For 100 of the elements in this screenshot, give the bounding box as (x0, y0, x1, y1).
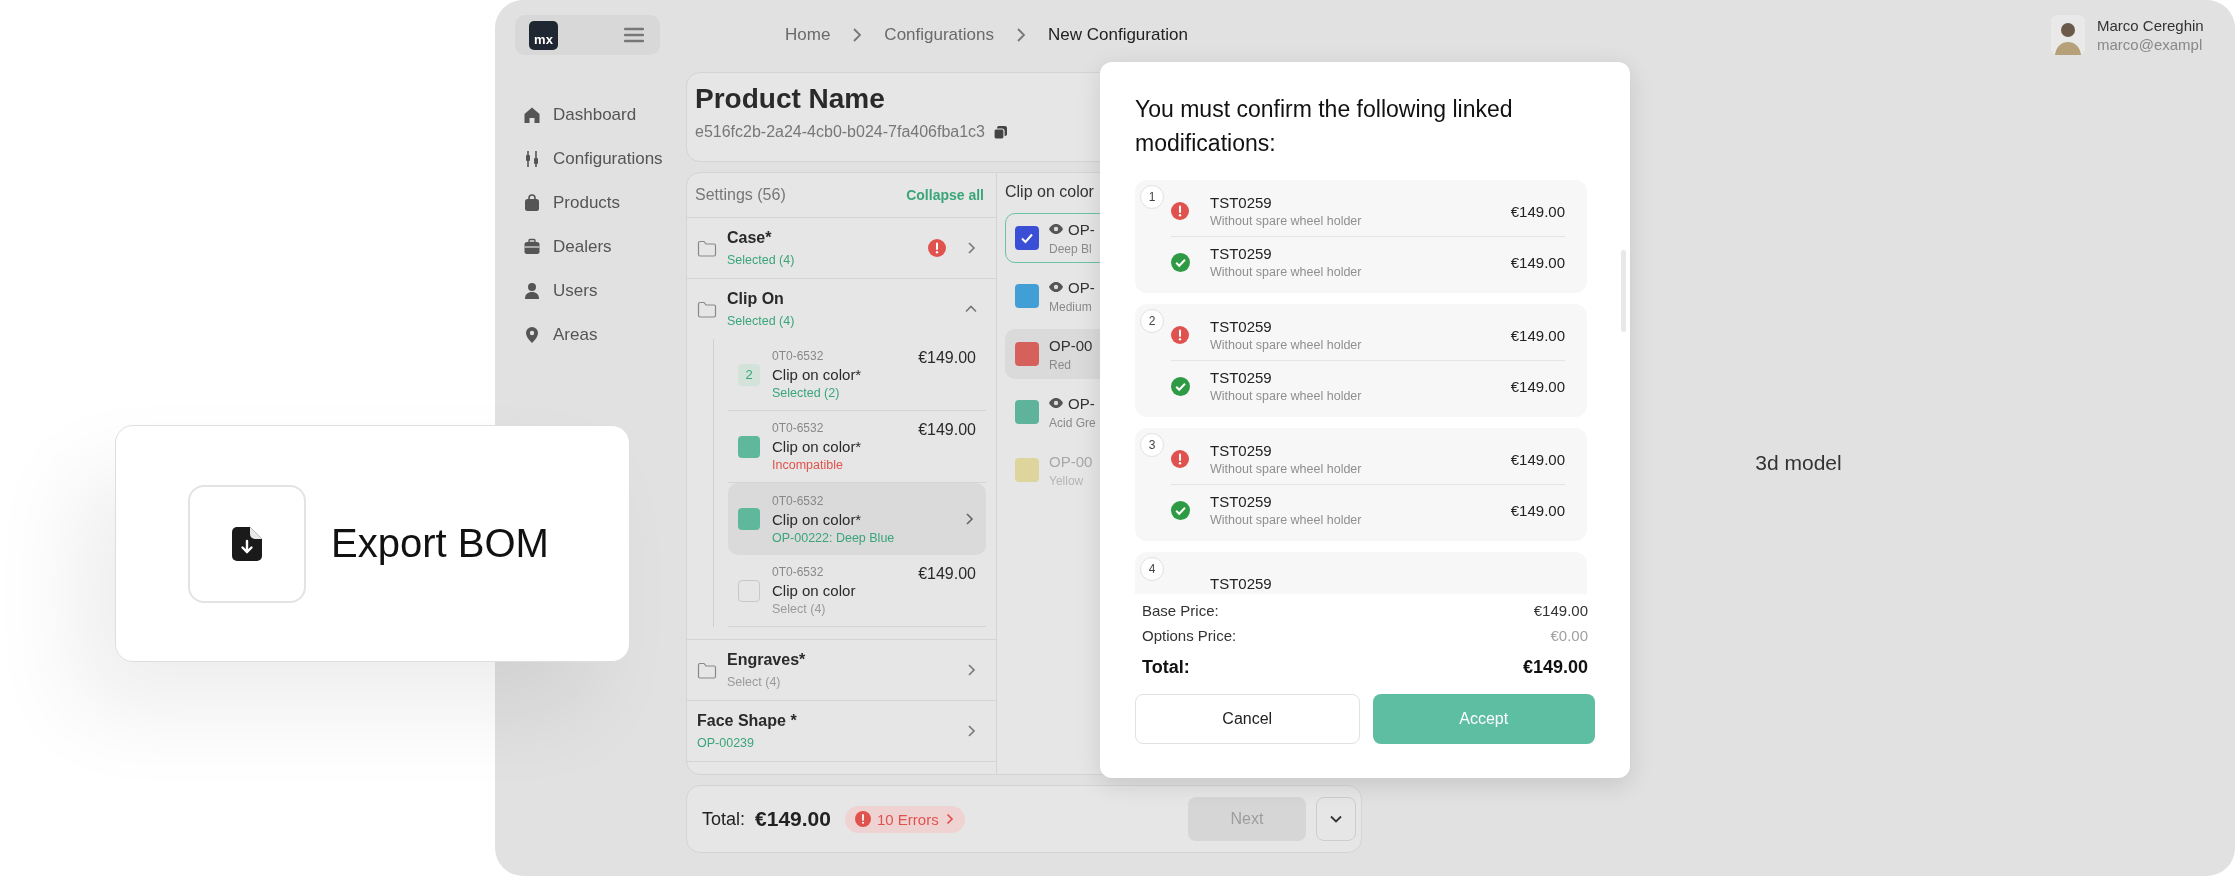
option-name: Medium (1049, 299, 1093, 314)
option-row[interactable]: OP- Medium (1005, 271, 1109, 321)
item-description: Without spare wheel holder (1210, 389, 1363, 403)
home-icon (523, 106, 541, 124)
logo[interactable]: mx (529, 20, 558, 50)
briefcase-icon (523, 238, 541, 256)
color-swatch[interactable] (1015, 284, 1039, 308)
setting-group[interactable]: Face Shape * OP-00239 (687, 701, 996, 761)
setting-row[interactable]: 2 0T0-6532 Clip on color* Selected (2) €149.00 (728, 339, 986, 411)
group-number: 2 (1140, 309, 1164, 333)
price-value: €149.00 (1533, 602, 1588, 619)
setting-group[interactable]: Engraves* Select (4) (687, 640, 996, 700)
price-label: Base Price: (1142, 602, 1219, 619)
item-name: Clip on color* (772, 438, 863, 455)
nav-item[interactable]: Dashboard (495, 93, 686, 137)
breadcrumb-link[interactable]: New Configuration (1048, 25, 1188, 45)
item-status: Select (4) (772, 602, 827, 616)
count-badge: 2 (738, 363, 760, 386)
menu-icon[interactable] (624, 27, 644, 43)
group-name: Case* (727, 229, 773, 247)
item-price: €149.00 (1510, 501, 1565, 519)
item-name: Clip on color (772, 582, 857, 599)
user-email: marco@exampl (2097, 36, 2204, 53)
item-price: €149.00 (1510, 450, 1565, 468)
option-name: Acid Gre (1049, 415, 1096, 430)
nav-item[interactable]: Users (495, 269, 686, 313)
item-description: Without spare wheel holder (1210, 513, 1363, 527)
product-id: e516fc2b-2a24-4cb0-b024-7fa406fba1c3 (695, 123, 985, 141)
item-code: TST0259 (1210, 318, 1273, 335)
sliders-icon (523, 150, 541, 168)
chevron-right-icon (964, 512, 976, 526)
item-code: TST0259 (1210, 493, 1273, 510)
option-code: OP- (1068, 394, 1095, 412)
item-code: TST0259 (1210, 369, 1273, 386)
pin-icon (523, 326, 541, 344)
options-title: Clip on color (1005, 183, 1094, 202)
item-code: 0T0-6532 (772, 349, 825, 363)
item-status: Incompatible (772, 458, 844, 472)
price-value: €149.00 (1522, 657, 1588, 678)
item-code: TST0259 (1210, 442, 1273, 459)
item-price: €149.00 (1510, 326, 1565, 344)
avatar[interactable] (2051, 15, 2085, 55)
total-value: €149.00 (755, 807, 831, 831)
item-code: TST0259 (1210, 245, 1273, 262)
bag-icon (523, 194, 541, 212)
setting-row[interactable]: 0T0-6532 Clip on color Select (4) €149.00 (728, 555, 986, 627)
group-name: Face Shape * (697, 712, 798, 730)
group-status: Selected (4) (727, 253, 796, 267)
setting-row[interactable]: 0T0-6532 Clip on color* OP-00222: Deep Blue (728, 483, 986, 555)
group-number: 3 (1140, 433, 1164, 457)
copy-icon[interactable] (993, 124, 1008, 140)
user-name: Marco Cereghin (2097, 17, 2205, 34)
export-card[interactable]: Export BOM (115, 425, 630, 662)
chevron-right-icon (944, 813, 955, 825)
item-price: €149.00 (918, 349, 976, 367)
nav-item[interactable]: Products (495, 181, 686, 225)
setting-group[interactable]: Clip On Selected (4) (687, 279, 996, 339)
item-price: €149.00 (1510, 253, 1565, 271)
color-swatch[interactable] (1015, 342, 1039, 366)
checkbox[interactable] (738, 579, 760, 602)
color-swatch[interactable] (1015, 400, 1039, 424)
setting-group[interactable]: Case* Selected (4) (687, 218, 996, 278)
color-swatch[interactable] (1015, 226, 1039, 250)
group-status: Selected (4) (727, 314, 796, 328)
price-value: €0.00 (1550, 627, 1588, 644)
user-icon (523, 282, 541, 300)
item-code: TST0259 (1210, 194, 1273, 211)
item-name: Clip on color* (772, 366, 863, 383)
group-number: 4 (1140, 557, 1164, 581)
dropdown-button[interactable] (1316, 797, 1356, 841)
item-price: €149.00 (1510, 202, 1565, 220)
breadcrumb-link[interactable]: Home (785, 25, 831, 45)
dialog-title: You must confirm the following linked modifications: (1135, 95, 1514, 158)
item-description: Without spare wheel holder (1210, 214, 1363, 228)
option-code: OP-00 (1049, 336, 1093, 354)
group-name: Clip On (727, 290, 785, 308)
item-description: Without spare wheel holder (1210, 462, 1363, 476)
group-name: Engraves* (727, 651, 807, 669)
item-description: Without spare wheel holder (1210, 265, 1363, 279)
error-icon (854, 811, 871, 827)
item-status: Selected (2) (772, 386, 841, 400)
option-code: OP-00 (1049, 452, 1093, 470)
nav-item[interactable]: Configurations (495, 137, 686, 181)
chevron-right-icon (852, 28, 863, 42)
breadcrumb-link[interactable]: Configurations (884, 25, 994, 45)
product-name: Product Name (695, 83, 885, 115)
nav-item[interactable]: Dealers (495, 225, 686, 269)
group-status: Select (4) (727, 675, 782, 689)
chevron-right-icon (1016, 28, 1026, 42)
nav-item[interactable]: Areas (495, 313, 686, 357)
item-price: €149.00 (918, 421, 976, 439)
item-code: TST0259 (1210, 574, 1273, 592)
group-number: 1 (1140, 185, 1164, 209)
option-name: Red (1049, 357, 1072, 372)
file-download-icon (232, 526, 262, 561)
cancel-button[interactable]: Cancel (1135, 694, 1360, 744)
option-row[interactable]: OP- Acid Gre (1005, 387, 1109, 437)
item-price: €149.00 (1510, 377, 1565, 395)
option-name: Deep Bl (1049, 241, 1093, 256)
item-status: OP-00222: Deep Blue (772, 530, 896, 545)
